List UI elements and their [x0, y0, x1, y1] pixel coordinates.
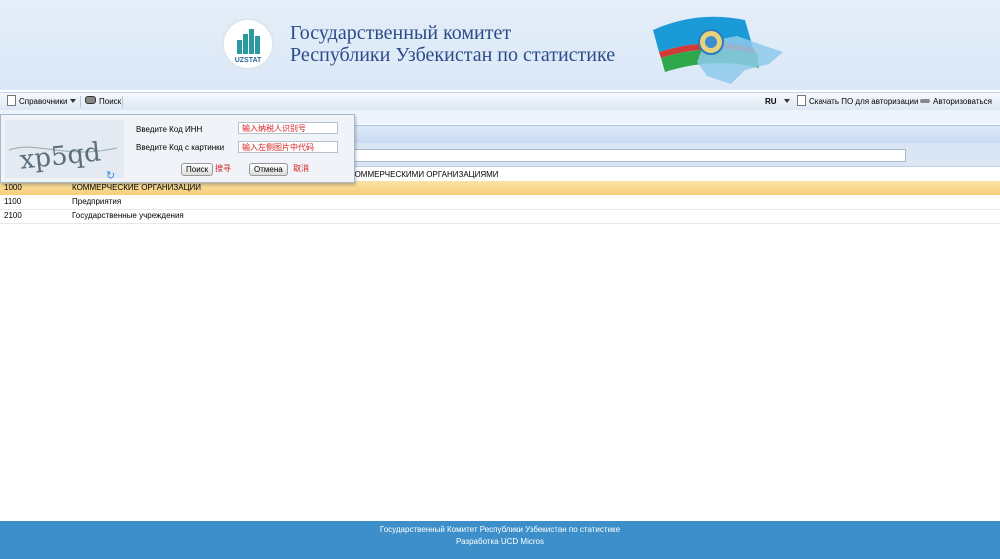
- table-row[interactable]: 1100 Предприятия: [0, 195, 1000, 210]
- site-title-line1: Государственный комитет: [290, 22, 512, 44]
- search-hint: 搜寻: [215, 164, 231, 173]
- language-selector[interactable]: RU: [765, 93, 790, 110]
- chevron-down-icon: [70, 99, 77, 103]
- directory-label: Справочники: [19, 97, 68, 106]
- table-caption: КОММЕРЧЕСКИМИ ОРГАНИЗАЦИЯМИ: [350, 170, 499, 179]
- captcha-image: xp5qd ↻: [5, 120, 124, 182]
- refresh-icon[interactable]: ↻: [106, 171, 115, 182]
- uzbekistan-flag-map: [653, 16, 783, 84]
- captcha-label: Введите Код с картинки: [136, 143, 225, 152]
- search-label: Поиск: [99, 97, 122, 106]
- row-name: КОММЕРЧЕСКИЕ ОРГАНИЗАЦИИ: [72, 183, 202, 192]
- document-icon: [7, 95, 16, 106]
- row-code: 1100: [4, 197, 22, 206]
- site-title: Государственный комитет Республики Узбек…: [290, 22, 615, 66]
- table-row[interactable]: 1000 КОММЕРЧЕСКИЕ ОРГАНИЗАЦИИ: [0, 181, 1000, 195]
- uzstat-logo[interactable]: UZSTAT: [222, 18, 274, 70]
- toolbar-divider: [80, 96, 81, 108]
- row-code: 1000: [4, 183, 22, 192]
- captcha-text: xp5qd: [18, 137, 102, 175]
- chevron-down-icon: [783, 99, 790, 103]
- row-name: Предприятия: [72, 197, 122, 206]
- cancel-hint: 取消: [293, 164, 309, 173]
- main-toolbar: Справочники Поиск RU Скачать ПО для авто…: [0, 92, 1000, 111]
- filter-input[interactable]: [350, 149, 906, 162]
- logo-text: UZSTAT: [234, 57, 262, 64]
- inn-label: Введите Код ИНН: [136, 125, 203, 134]
- login-button[interactable]: Авторизоваться: [920, 93, 992, 110]
- footer-copyright: Государственный Комитет Республики Узбек…: [379, 525, 621, 534]
- search-button[interactable]: Поиск: [85, 93, 121, 110]
- popup-cancel-button[interactable]: Отмена: [249, 163, 288, 176]
- search-popup: xp5qd ↻ Введите Код ИНН 输入纳税人识别号 Введите…: [0, 114, 355, 183]
- binoculars-icon: [85, 96, 96, 104]
- footer-developer: Разработка UCD Micros: [456, 537, 544, 546]
- site-title-line2: Республики Узбекистан по статистике: [290, 44, 616, 66]
- toolbar-divider: [122, 96, 123, 108]
- popup-search-button[interactable]: Поиск: [181, 163, 214, 176]
- site-header: UZSTAT Государственный комитет Республик…: [0, 0, 1000, 90]
- download-file-icon: [797, 95, 806, 106]
- download-software-link[interactable]: Скачать ПО для авторизации: [797, 93, 918, 110]
- site-footer: Государственный Комитет Республики Узбек…: [0, 521, 1000, 559]
- directory-menu-button[interactable]: Справочники: [7, 93, 77, 110]
- download-label: Скачать ПО для авторизации: [809, 97, 919, 106]
- captcha-input[interactable]: 输入左侧图片中代码: [238, 141, 338, 153]
- login-label: Авторизоваться: [933, 97, 992, 106]
- row-name: Государственные учреждения: [72, 211, 184, 220]
- inn-input[interactable]: 输入纳税人识别号: [238, 122, 338, 134]
- key-icon: [920, 99, 930, 103]
- language-value: RU: [765, 97, 777, 106]
- row-code: 2100: [4, 211, 22, 220]
- table-row[interactable]: 2100 Государственные учреждения: [0, 209, 1000, 224]
